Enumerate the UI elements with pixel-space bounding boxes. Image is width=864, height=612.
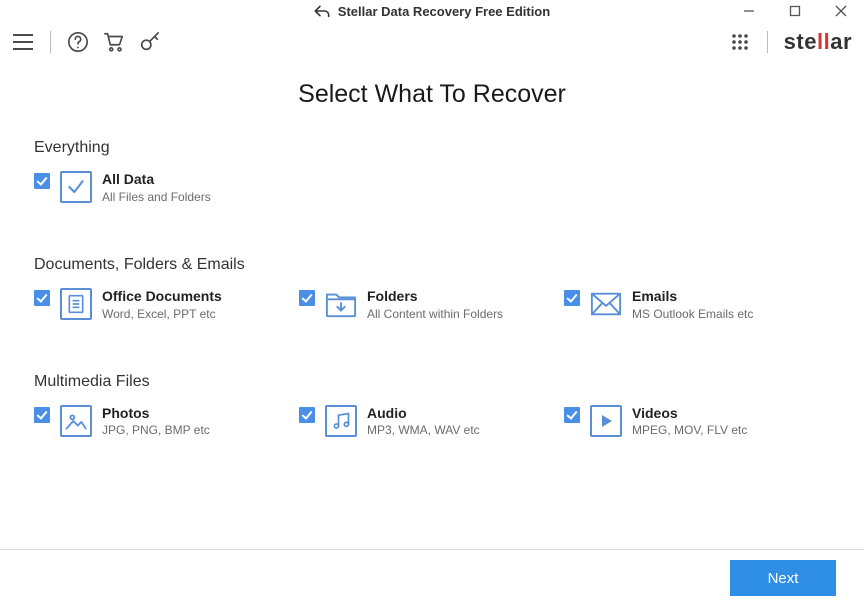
help-icon[interactable] — [67, 31, 89, 53]
maximize-button[interactable] — [772, 0, 818, 22]
email-icon — [590, 288, 622, 320]
item-title: Folders — [367, 288, 503, 305]
item-sub: All Content within Folders — [367, 307, 503, 321]
item-sub: Word, Excel, PPT etc — [102, 307, 222, 321]
section-everything: Everything All Data All Files and Folder… — [0, 139, 864, 204]
item-photos: Photos JPG, PNG, BMP etc — [34, 405, 299, 438]
item-title: Audio — [367, 405, 480, 422]
section-heading-dfe: Documents, Folders & Emails — [34, 256, 830, 274]
close-button[interactable] — [818, 0, 864, 22]
window-controls — [726, 0, 864, 22]
checkbox-all-data[interactable] — [34, 173, 50, 189]
footer-divider — [0, 549, 864, 550]
item-sub: MS Outlook Emails etc — [632, 307, 753, 321]
item-office-documents: Office Documents Word, Excel, PPT etc — [34, 288, 299, 321]
checkbox-folders[interactable] — [299, 290, 315, 306]
cart-icon[interactable] — [103, 31, 125, 53]
item-sub: JPG, PNG, BMP etc — [102, 423, 210, 437]
item-all-data: All Data All Files and Folders — [34, 171, 299, 204]
item-title: All Data — [102, 171, 211, 188]
item-title: Videos — [632, 405, 747, 422]
checkbox-photos[interactable] — [34, 407, 50, 423]
video-icon — [590, 405, 622, 437]
separator — [767, 31, 768, 53]
audio-icon — [325, 405, 357, 437]
item-sub: All Files and Folders — [102, 190, 211, 204]
next-button[interactable]: Next — [730, 560, 836, 596]
section-dfe: Documents, Folders & Emails Office Docum… — [0, 256, 864, 321]
checkbox-emails[interactable] — [564, 290, 580, 306]
minimize-button[interactable] — [726, 0, 772, 22]
key-icon[interactable] — [139, 31, 161, 53]
separator — [50, 31, 51, 53]
all-data-icon — [60, 171, 92, 203]
checkbox-videos[interactable] — [564, 407, 580, 423]
photo-icon — [60, 405, 92, 437]
item-videos: Videos MPEG, MOV, FLV etc — [564, 405, 829, 438]
item-sub: MP3, WMA, WAV etc — [367, 423, 480, 437]
item-sub: MPEG, MOV, FLV etc — [632, 423, 747, 437]
window-title: Stellar Data Recovery Free Edition — [338, 4, 550, 19]
item-title: Emails — [632, 288, 753, 305]
titlebar: Stellar Data Recovery Free Edition — [0, 0, 864, 22]
apps-grid-icon[interactable] — [729, 31, 751, 53]
brand-logo: stellar — [784, 29, 852, 55]
toolbar: stellar — [0, 22, 864, 62]
page-title: Select What To Recover — [0, 80, 864, 109]
item-title: Office Documents — [102, 288, 222, 305]
folder-icon — [325, 288, 357, 320]
section-media: Multimedia Files Photos JPG, PNG, BMP et… — [0, 373, 864, 438]
item-emails: Emails MS Outlook Emails etc — [564, 288, 829, 321]
back-icon[interactable] — [314, 4, 330, 18]
item-title: Photos — [102, 405, 210, 422]
item-folders: Folders All Content within Folders — [299, 288, 564, 321]
checkbox-office-documents[interactable] — [34, 290, 50, 306]
item-audio: Audio MP3, WMA, WAV etc — [299, 405, 564, 438]
checkbox-audio[interactable] — [299, 407, 315, 423]
section-heading-media: Multimedia Files — [34, 373, 830, 391]
menu-icon[interactable] — [12, 31, 34, 53]
section-heading-everything: Everything — [34, 139, 830, 157]
document-icon — [60, 288, 92, 320]
